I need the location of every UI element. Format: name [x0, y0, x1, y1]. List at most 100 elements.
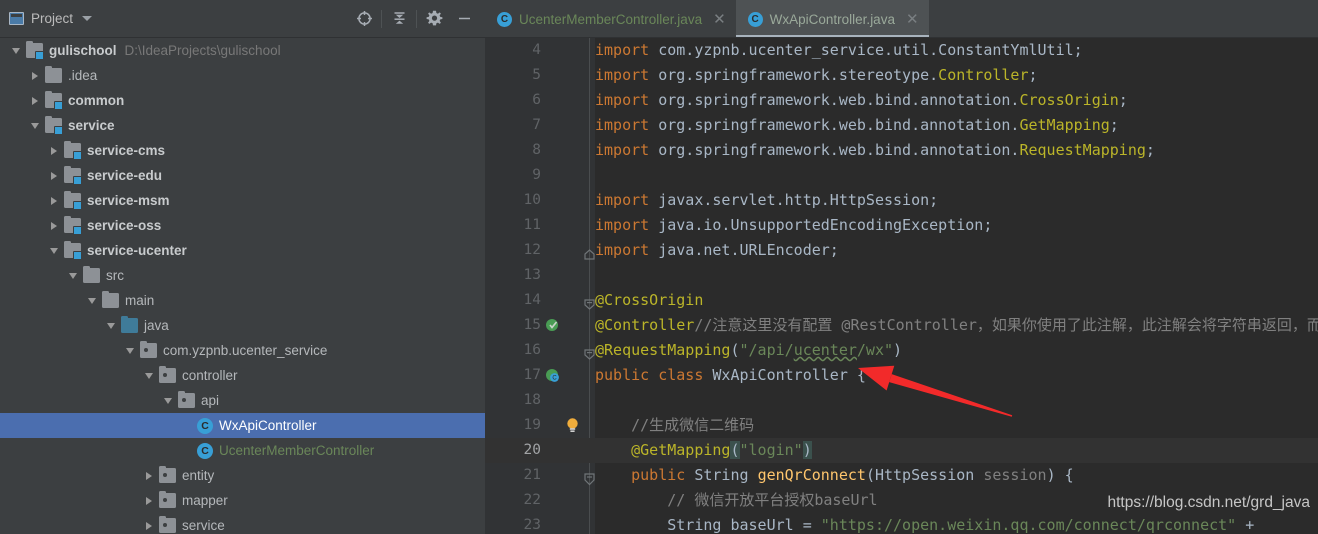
tree-node-controller[interactable]: controller — [0, 363, 485, 388]
code-line-11[interactable]: 11 import java.io.UnsupportedEncodingExce… — [485, 213, 1318, 238]
code-editor[interactable]: 4 import com.yzpnb.ucenter_service.util.C… — [485, 38, 1318, 534]
code-line-text: public String genQrConnect(HttpSession s… — [631, 466, 1074, 484]
chevron-down-icon[interactable] — [27, 118, 43, 134]
chevron-right-icon[interactable] — [141, 518, 157, 534]
chevron-down-icon[interactable] — [84, 293, 100, 309]
tree-node-label: service-oss — [87, 218, 162, 233]
tree-node-wxapicontroller[interactable]: C WxApiController — [0, 413, 485, 438]
chevron-right-icon[interactable] — [46, 193, 62, 209]
chevron-right-icon[interactable] — [141, 468, 157, 484]
spring-class-icon[interactable]: C — [543, 366, 561, 384]
chevron-down-icon[interactable] — [8, 43, 24, 59]
tree-node--idea[interactable]: .idea — [0, 63, 485, 88]
code-line-17[interactable]: 17 Cpublic class WxApiController { — [485, 363, 1318, 388]
line-number: 18 — [523, 392, 541, 408]
intention-bulb-icon[interactable] — [565, 417, 580, 434]
gear-icon[interactable] — [419, 6, 449, 32]
tree-node-service[interactable]: service — [0, 513, 485, 534]
code-line-4[interactable]: 4 import com.yzpnb.ucenter_service.util.C… — [485, 38, 1318, 63]
code-line-21[interactable]: 21 public String genQrConnect(HttpSessio… — [485, 463, 1318, 488]
package-icon — [178, 390, 195, 408]
editor-tab-ucentermembercontroller-java[interactable]: C UcenterMemberController.java ✕ — [485, 0, 736, 38]
locate-icon[interactable] — [349, 6, 379, 32]
tree-node-main[interactable]: main — [0, 288, 485, 313]
tree-node-common[interactable]: common — [0, 88, 485, 113]
chevron-right-icon[interactable] — [46, 218, 62, 234]
line-number: 16 — [523, 342, 541, 358]
line-number: 21 — [523, 467, 541, 483]
tree-node-entity[interactable]: entity — [0, 463, 485, 488]
java-class-icon: C — [747, 11, 763, 27]
tree-node-com-yzpnb-ucenter-service[interactable]: com.yzpnb.ucenter_service — [0, 338, 485, 363]
tree-node-ucentermembercontroller[interactable]: C UcenterMemberController — [0, 438, 485, 463]
module-folder-icon — [64, 215, 82, 235]
tree-node-service-oss[interactable]: service-oss — [0, 213, 485, 238]
ide-window: Project gulischool D:\IdeaProjects\gulis… — [0, 0, 1318, 534]
window-icon — [9, 12, 24, 25]
chevron-right-icon[interactable] — [141, 493, 157, 509]
close-icon[interactable]: ✕ — [906, 12, 919, 27]
tree-node-label: common — [68, 93, 125, 108]
spring-bean-icon[interactable] — [543, 316, 561, 334]
close-icon[interactable]: ✕ — [713, 12, 726, 27]
chevron-down-icon[interactable] — [65, 268, 81, 284]
tree-node-service[interactable]: service — [0, 113, 485, 138]
project-panel-title-group[interactable]: Project — [9, 11, 93, 26]
chevron-right-icon[interactable] — [46, 143, 62, 159]
java-class-icon: C — [197, 417, 213, 434]
code-line-13[interactable]: 13 — [485, 263, 1318, 288]
code-line-text: import org.springframework.stereotype.Co… — [595, 66, 1038, 84]
code-line-12[interactable]: 12 import java.net.URLEncoder; — [485, 238, 1318, 263]
chevron-down-icon[interactable] — [160, 393, 176, 409]
code-line-18[interactable]: 18 — [485, 388, 1318, 413]
code-line-6[interactable]: 6 import org.springframework.web.bind.ann… — [485, 88, 1318, 113]
chevron-right-icon[interactable] — [27, 68, 43, 84]
chevron-down-icon[interactable] — [122, 343, 138, 359]
toolbar-divider-1 — [381, 9, 382, 28]
chevron-right-icon[interactable] — [27, 93, 43, 109]
editor-area: C UcenterMemberController.java ✕ C WxApiCont… — [485, 0, 1318, 534]
tree-node-java[interactable]: java — [0, 313, 485, 338]
code-line-text: import java.io.UnsupportedEncodingExcept… — [595, 216, 993, 234]
code-line-5[interactable]: 5 import org.springframework.stereotype.C… — [485, 63, 1318, 88]
tree-node-service-cms[interactable]: service-cms — [0, 138, 485, 163]
tree-node-service-edu[interactable]: service-edu — [0, 163, 485, 188]
tree-node-label: service — [68, 118, 115, 133]
code-line-9[interactable]: 9 — [485, 163, 1318, 188]
code-line-8[interactable]: 8 import org.springframework.web.bind.ann… — [485, 138, 1318, 163]
code-line-23[interactable]: 23 String baseUrl = "https://open.weixin… — [485, 513, 1318, 534]
project-panel-actions — [349, 6, 479, 32]
editor-tab-wxapicontroller-java[interactable]: C WxApiController.java ✕ — [735, 0, 929, 38]
chevron-down-icon[interactable] — [46, 243, 62, 259]
line-number: 8 — [532, 142, 541, 158]
project-tree[interactable]: gulischool D:\IdeaProjects\gulischool .ide… — [0, 38, 485, 534]
line-number: 6 — [532, 92, 541, 108]
code-line-16[interactable]: 16 @RequestMapping("/api/ucenter/wx") — [485, 338, 1318, 363]
tree-node-label: api — [201, 393, 220, 408]
code-line-20[interactable]: 20 @GetMapping("login") — [485, 438, 1318, 463]
code-line-15[interactable]: 15 @Controller//注意这里没有配置 @RestController，… — [485, 313, 1318, 338]
chevron-right-icon[interactable] — [46, 168, 62, 184]
module-folder-icon — [26, 40, 44, 60]
chevron-down-icon[interactable] — [82, 16, 93, 21]
line-number: 17 — [523, 367, 541, 383]
chevron-down-icon[interactable] — [141, 368, 157, 384]
tree-node-src[interactable]: src — [0, 263, 485, 288]
minimize-icon[interactable] — [449, 6, 479, 32]
project-tool-window: Project gulischool D:\IdeaProjects\gulis… — [0, 0, 485, 534]
code-line-text: // 微信开放平台授权baseUrl — [595, 491, 878, 509]
chevron-down-icon[interactable] — [103, 318, 119, 334]
tree-node-mapper[interactable]: mapper — [0, 488, 485, 513]
collapse-all-icon[interactable] — [384, 6, 414, 32]
code-line-10[interactable]: 10 import javax.servlet.http.HttpSession; — [485, 188, 1318, 213]
code-line-text: import org.springframework.web.bind.anno… — [595, 91, 1128, 109]
code-lines: 4 import com.yzpnb.ucenter_service.util.C… — [485, 38, 1318, 534]
tree-node-service-msm[interactable]: service-msm — [0, 188, 485, 213]
code-line-19[interactable]: 19 //生成微信二维码 — [485, 413, 1318, 438]
tree-node-service-ucenter[interactable]: service-ucenter — [0, 238, 485, 263]
code-line-7[interactable]: 7 import org.springframework.web.bind.ann… — [485, 113, 1318, 138]
code-line-14[interactable]: 14 @CrossOrigin — [485, 288, 1318, 313]
tree-node-api[interactable]: api — [0, 388, 485, 413]
tree-node-gulischool[interactable]: gulischool D:\IdeaProjects\gulischool — [0, 38, 485, 63]
